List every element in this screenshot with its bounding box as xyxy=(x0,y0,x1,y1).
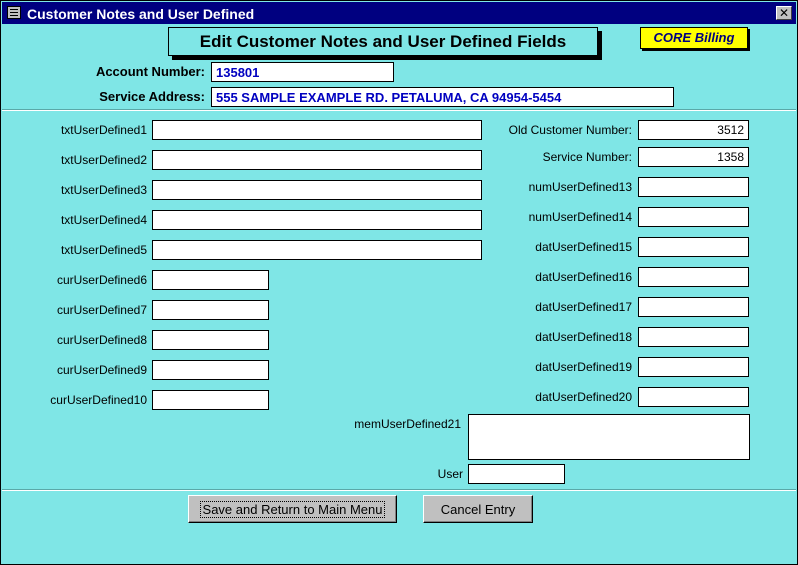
right-field-label: Service Number: xyxy=(542,150,632,164)
form-header: Edit Customer Notes and User Defined Fie… xyxy=(168,27,598,56)
user-label: User xyxy=(437,467,463,481)
user-defined-field[interactable] xyxy=(638,357,749,377)
txt-user-defined-field[interactable] xyxy=(152,180,482,200)
core-billing-badge: CORE Billing xyxy=(640,27,748,49)
cancel-entry-button-label: Cancel Entry xyxy=(440,502,516,517)
memo-label: memUserDefined21 xyxy=(354,417,461,431)
cur-user-defined-field[interactable] xyxy=(152,270,269,290)
account-number-label: Account Number: xyxy=(95,64,205,79)
window-title: Customer Notes and User Defined xyxy=(27,6,255,22)
top-divider xyxy=(2,109,796,111)
txt-user-defined-field[interactable] xyxy=(152,120,482,140)
txt-user-defined-field[interactable] xyxy=(152,240,482,260)
left-field-label: txtUserDefined5 xyxy=(60,243,147,257)
cur-user-defined-field[interactable] xyxy=(152,330,269,350)
user-field[interactable] xyxy=(468,464,565,484)
account-number-field[interactable]: 135801 xyxy=(211,62,394,82)
user-defined-field[interactable] xyxy=(638,327,749,347)
user-defined-field[interactable] xyxy=(638,177,749,197)
left-field-label: txtUserDefined4 xyxy=(60,213,147,227)
left-field-label: txtUserDefined3 xyxy=(60,183,147,197)
form-window: Customer Notes and User Defined ✕ Edit C… xyxy=(0,0,798,565)
user-defined-field[interactable] xyxy=(638,267,749,287)
form-icon xyxy=(7,6,21,19)
save-return-button-label: Save and Return to Main Menu xyxy=(199,501,386,518)
txt-user-defined-field[interactable] xyxy=(152,210,482,230)
bottom-divider xyxy=(2,489,796,491)
user-defined-field[interactable] xyxy=(638,207,749,227)
cur-user-defined-field[interactable] xyxy=(152,300,269,320)
left-field-label: txtUserDefined2 xyxy=(60,153,147,167)
cancel-entry-button[interactable]: Cancel Entry xyxy=(423,495,533,523)
right-field-label: datUserDefined18 xyxy=(535,330,632,344)
txt-user-defined-field[interactable] xyxy=(152,150,482,170)
left-field-label: curUserDefined10 xyxy=(50,393,147,407)
left-field-label: curUserDefined8 xyxy=(56,333,147,347)
user-defined-field[interactable] xyxy=(638,237,749,257)
user-defined-field[interactable] xyxy=(638,387,749,407)
service-number-field[interactable]: 1358 xyxy=(638,147,749,167)
left-field-label: curUserDefined9 xyxy=(56,363,147,377)
right-field-label: datUserDefined20 xyxy=(535,390,632,404)
right-field-label: numUserDefined14 xyxy=(528,210,632,224)
service-address-field[interactable]: 555 SAMPLE EXAMPLE RD. PETALUMA, CA 9495… xyxy=(211,87,674,107)
left-field-label: curUserDefined7 xyxy=(56,303,147,317)
right-field-label: numUserDefined13 xyxy=(528,180,632,194)
close-icon[interactable]: ✕ xyxy=(776,6,792,20)
cur-user-defined-field[interactable] xyxy=(152,360,269,380)
user-defined-field[interactable] xyxy=(638,297,749,317)
right-field-label: datUserDefined16 xyxy=(535,270,632,284)
right-field-label: Old Customer Number: xyxy=(508,123,632,137)
memo-field[interactable] xyxy=(468,414,750,460)
cur-user-defined-field[interactable] xyxy=(152,390,269,410)
service-address-label: Service Address: xyxy=(99,89,205,104)
right-field-label: datUserDefined15 xyxy=(535,240,632,254)
title-bar[interactable]: Customer Notes and User Defined ✕ xyxy=(2,2,796,24)
left-field-label: txtUserDefined1 xyxy=(60,123,147,137)
left-field-label: curUserDefined6 xyxy=(56,273,147,287)
right-field-label: datUserDefined17 xyxy=(535,300,632,314)
save-return-button[interactable]: Save and Return to Main Menu xyxy=(188,495,397,523)
old-customer-number-field[interactable]: 3512 xyxy=(638,120,749,140)
right-field-label: datUserDefined19 xyxy=(535,360,632,374)
